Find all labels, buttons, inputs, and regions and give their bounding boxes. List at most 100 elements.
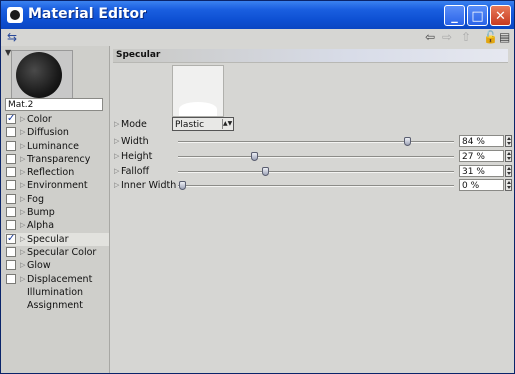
dropdown-arrow-icon: ▲▼	[222, 119, 233, 129]
material-preview[interactable]	[11, 50, 73, 100]
window-title: Material Editor	[28, 6, 146, 22]
channel-list: ▷Color ▷Diffusion ▷Luminance ▷Transparen…	[5, 112, 109, 312]
inner-width-stepper[interactable]	[505, 179, 512, 191]
highlight-preview	[172, 65, 224, 117]
back-arrow-icon[interactable]: ⇦	[425, 30, 435, 44]
checkbox[interactable]	[6, 167, 16, 178]
pin-icon[interactable]: ⇆	[7, 30, 17, 44]
preview-menu-icon[interactable]: ▼	[5, 48, 11, 57]
checkbox[interactable]	[6, 193, 16, 204]
inner-width-row: ▷ Inner Width 0 %	[114, 179, 514, 192]
triangle-icon: ▷	[20, 234, 26, 243]
checkbox[interactable]	[6, 207, 16, 218]
triangle-icon: ▷	[20, 261, 26, 270]
triangle-icon: ▷	[114, 167, 120, 175]
mode-dropdown[interactable]: Plastic ▲▼	[172, 117, 234, 131]
title-bar[interactable]: Material Editor _ □ ✕	[1, 1, 514, 29]
height-row: ▷ Height 27 %	[114, 150, 514, 163]
checkbox[interactable]	[6, 153, 16, 164]
close-icon: ✕	[495, 9, 506, 24]
channel-displacement[interactable]: ▷ Displacement	[5, 273, 109, 286]
up-arrow-icon[interactable]: ⇧	[461, 30, 471, 44]
channel-alpha[interactable]: ▷ Alpha	[5, 219, 109, 232]
height-label: Height	[121, 151, 153, 162]
toolbar: ⇆ ⇦ ⇨ ⇧ 🔓 ▤	[1, 29, 514, 47]
forward-arrow-icon[interactable]: ⇨	[442, 30, 452, 44]
checkbox[interactable]	[6, 232, 16, 245]
inner-width-slider-thumb[interactable]	[179, 181, 186, 190]
height-stepper[interactable]	[505, 150, 512, 162]
checkbox[interactable]	[6, 112, 16, 125]
channel-luminance[interactable]: ▷ Luminance	[5, 140, 109, 153]
channel-assignment[interactable]: Assignment	[5, 299, 109, 312]
channel-reflection[interactable]: ▷ Reflection	[5, 166, 109, 179]
mode-row: ▷ Mode Plastic ▲▼	[114, 117, 514, 131]
mode-value: Plastic	[175, 120, 205, 130]
falloff-label: Falloff	[121, 166, 150, 177]
preview-sphere	[16, 52, 62, 98]
triangle-icon: ▷	[20, 115, 26, 123]
material-name-field[interactable]: Mat.2	[5, 98, 103, 111]
triangle-icon: ▷	[20, 274, 26, 283]
triangle-icon: ▷	[20, 141, 26, 150]
close-button[interactable]: ✕	[490, 5, 511, 26]
maximize-icon: □	[471, 9, 484, 24]
channel-environment[interactable]: ▷ Environment	[5, 179, 109, 192]
section-header: Specular	[113, 49, 508, 63]
channel-bump[interactable]: ▷ Bump	[5, 206, 109, 219]
falloff-row: ▷ Falloff 31 %	[114, 165, 514, 178]
inner-width-label: Inner Width	[121, 180, 177, 191]
falloff-slider[interactable]	[178, 167, 454, 176]
width-row: ▷ Width 84 %	[114, 135, 514, 148]
minimize-button[interactable]: _	[444, 5, 465, 26]
lock-icon[interactable]: 🔓	[483, 30, 498, 44]
triangle-icon: ▷	[20, 194, 26, 203]
layout-icon[interactable]: ▤	[499, 30, 510, 44]
triangle-icon: ▷	[114, 120, 120, 128]
channel-fog[interactable]: ▷ Fog	[5, 193, 109, 206]
falloff-stepper[interactable]	[505, 165, 512, 177]
triangle-icon: ▷	[20, 128, 26, 137]
triangle-icon: ▷	[20, 208, 26, 217]
checkbox[interactable]	[6, 273, 16, 284]
inner-width-slider[interactable]	[178, 181, 454, 190]
checkbox[interactable]	[6, 260, 16, 271]
channel-transparency[interactable]: ▷ Transparency	[5, 153, 109, 166]
section-title: Specular	[116, 50, 161, 60]
maximize-button[interactable]: □	[467, 5, 488, 26]
inner-width-value[interactable]: 0 %	[459, 179, 504, 191]
channel-sidebar: ▼ Mat.2 ▷Color ▷Diffusion ▷Luminance ▷Tr…	[1, 46, 110, 373]
checkbox[interactable]	[6, 127, 16, 138]
height-slider-thumb[interactable]	[251, 152, 259, 161]
channel-color[interactable]: ▷Color	[5, 112, 109, 126]
channel-specular[interactable]: ▷Specular	[5, 232, 109, 246]
triangle-icon: ▷	[20, 154, 26, 163]
channel-diffusion[interactable]: ▷ Diffusion	[5, 126, 109, 139]
checkbox[interactable]	[6, 220, 16, 231]
checkbox[interactable]	[6, 246, 16, 257]
height-slider[interactable]	[178, 152, 454, 161]
width-value[interactable]: 84 %	[459, 135, 504, 147]
highlight-curve	[179, 102, 217, 116]
triangle-icon: ▷	[20, 181, 26, 190]
checkbox[interactable]	[6, 180, 16, 191]
falloff-slider-thumb[interactable]	[262, 167, 270, 176]
triangle-icon: ▷	[114, 181, 120, 189]
falloff-value[interactable]: 31 %	[459, 165, 504, 177]
triangle-icon: ▷	[20, 247, 26, 256]
material-icon	[7, 7, 23, 23]
channel-specular-color[interactable]: ▷ Specular Color	[5, 246, 109, 259]
width-slider-thumb[interactable]	[404, 137, 412, 146]
height-value[interactable]: 27 %	[459, 150, 504, 162]
triangle-icon: ▷	[20, 221, 26, 230]
channel-illumination[interactable]: Illumination	[5, 286, 109, 299]
triangle-icon: ▷	[114, 152, 120, 160]
checkbox[interactable]	[6, 140, 16, 151]
mode-label: Mode	[121, 119, 147, 130]
triangle-icon: ▷	[114, 137, 120, 145]
channel-glow[interactable]: ▷ Glow	[5, 259, 109, 272]
specular-panel: Specular ▷ Mode Plastic ▲▼ ▷ Width 84 % …	[110, 46, 514, 373]
width-stepper[interactable]	[505, 135, 512, 147]
width-slider[interactable]	[178, 137, 454, 146]
triangle-icon: ▷	[20, 168, 26, 177]
